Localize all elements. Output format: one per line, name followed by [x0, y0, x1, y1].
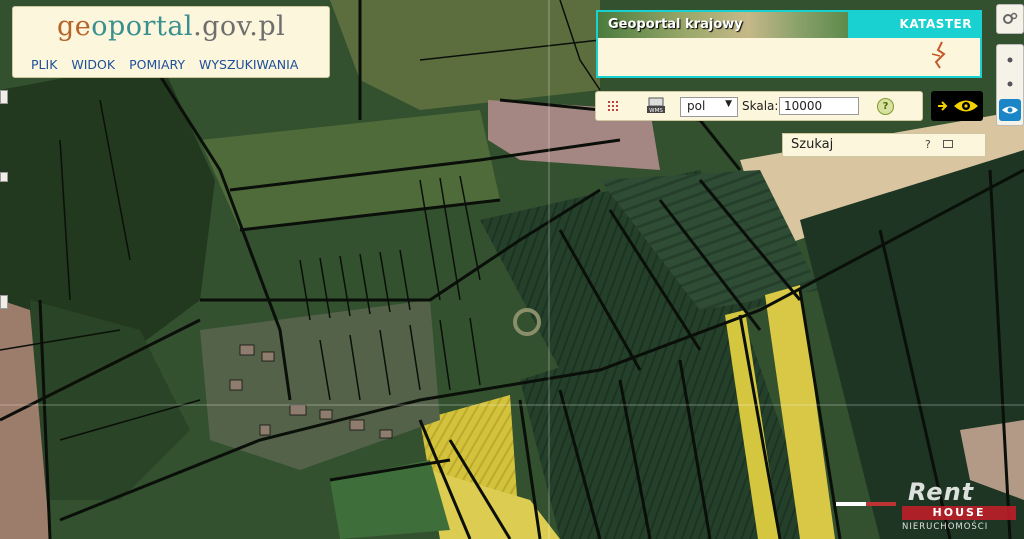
logo-menu-panel: geoportal.gov.pl PLIK WIDOK POMIARY WYSZ… — [12, 6, 330, 78]
dot-icon-2[interactable] — [1005, 79, 1015, 89]
search-panel[interactable]: Szukaj ? — [782, 133, 986, 157]
scale-input[interactable]: 10000 — [779, 97, 859, 115]
banner-title: Geoportal krajowy — [608, 17, 743, 32]
logo-part-3: .gov.pl — [193, 11, 286, 42]
svg-text:WMS: WMS — [649, 108, 663, 114]
layer-badge[interactable]: KATASTER — [848, 12, 980, 38]
right-toolbar — [996, 4, 1024, 126]
watermark-brand: Rent — [908, 478, 975, 506]
blue-eye-icon[interactable] — [999, 99, 1021, 121]
watermark-subtitle: NIERUCHOMOŚCI — [902, 522, 989, 532]
geoportal-logo[interactable]: geoportal.gov.pl — [57, 11, 285, 42]
language-value: pol — [687, 99, 706, 113]
gear-icon — [1003, 12, 1018, 24]
help-button[interactable]: ? — [877, 98, 894, 115]
language-select[interactable]: pol ▼ — [680, 97, 738, 117]
wms-icon[interactable]: WMS — [646, 97, 666, 115]
window-maximize-icon[interactable] — [943, 140, 953, 148]
logo-part-1: ge — [57, 11, 92, 42]
search-help[interactable]: ? — [925, 138, 931, 151]
main-menu: PLIK WIDOK POMIARY WYSZUKIWANIA — [31, 57, 312, 72]
left-tab-1[interactable] — [0, 90, 8, 104]
scale-label: Skala: — [742, 99, 779, 113]
layer-badge-label: KATASTER — [899, 17, 972, 31]
left-edge-controls — [0, 90, 8, 315]
watermark-brand-2: HOUSE — [902, 506, 1016, 520]
eye-icon — [954, 100, 978, 112]
scale-bar — [836, 502, 896, 506]
left-tab-3[interactable] — [0, 295, 8, 309]
arrow-right-icon — [938, 101, 948, 111]
chevron-down-icon: ▼ — [725, 99, 732, 109]
map-toolbar: WMS pol ▼ Skala: 10000 ? — [595, 91, 923, 121]
menu-widok[interactable]: WIDOK — [71, 57, 115, 72]
menu-wyszukiwania[interactable]: WYSZUKIWANIA — [199, 57, 298, 72]
view-toggle-button[interactable] — [931, 91, 983, 121]
menu-pomiary[interactable]: POMIARY — [129, 57, 185, 72]
dot-icon[interactable] — [1005, 55, 1015, 65]
layer-tools — [996, 44, 1024, 126]
rent-house-watermark: Rent HOUSE NIERUCHOMOŚCI — [896, 478, 1022, 536]
geoportal-banner: Geoportal krajowy KATASTER — [596, 10, 982, 78]
settings-button[interactable] — [996, 4, 1024, 34]
search-label: Szukaj — [791, 137, 834, 152]
logo-part-2: oportal — [91, 11, 194, 42]
satellite-map[interactable] — [0, 0, 1024, 539]
menu-plik[interactable]: PLIK — [31, 57, 57, 72]
left-tab-2[interactable] — [0, 172, 8, 182]
map-sketch-icon — [931, 41, 946, 69]
grid-icon[interactable] — [606, 99, 620, 113]
